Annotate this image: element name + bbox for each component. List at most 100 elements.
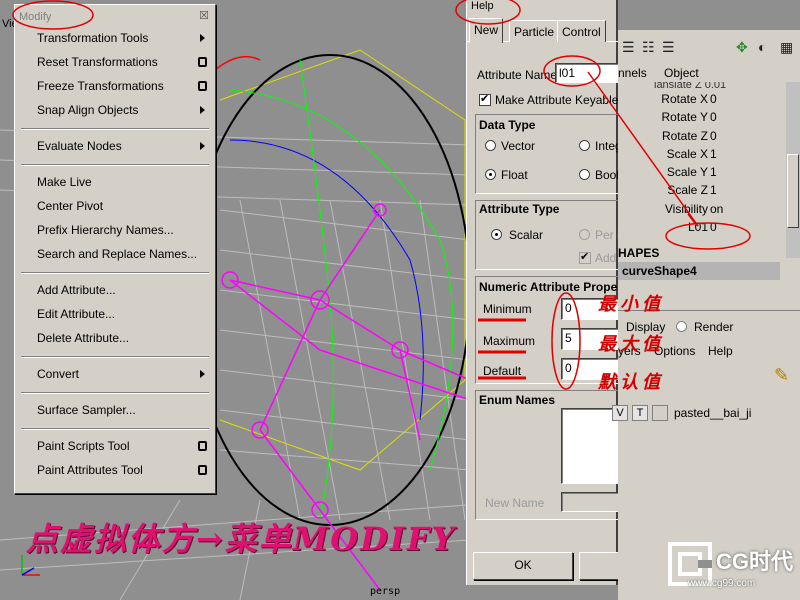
layer-type-toggle[interactable]: T — [632, 405, 648, 421]
shape-node-row[interactable]: curveShape4 — [618, 262, 780, 280]
object-menu[interactable]: Object — [664, 66, 699, 80]
new-name-field[interactable] — [561, 492, 619, 512]
camera-label: persp — [370, 586, 401, 597]
modify-menu-title[interactable]: Modify ☒ — [15, 5, 215, 27]
add-attribute-dialog: Help New Particle Control Attribute Name… — [466, 0, 622, 585]
enum-names-list[interactable] — [561, 408, 619, 484]
tab-particle[interactable]: Particle — [509, 20, 560, 42]
menu-item-surface-sampler[interactable]: Surface Sampler... — [15, 399, 215, 423]
radio-vector[interactable] — [485, 140, 496, 151]
layer-row[interactable]: V T pasted__bai_ji — [612, 403, 800, 425]
channel-list-icon[interactable]: ☰ — [662, 39, 675, 56]
channel-value[interactable]: 0 — [710, 220, 717, 234]
channel-row[interactable]: Rotate X0 — [618, 90, 788, 108]
menu-item-add-attribute[interactable]: Add Attribute... — [15, 279, 215, 303]
keyable-label: Make Attribute Keyable — [495, 93, 619, 107]
menu-item-convert[interactable]: Convert — [15, 363, 215, 387]
channel-box-toolbar: ☰ ☷ ☰ ✥ ◐ ▦ — [618, 30, 800, 62]
shapes-title: HAPES — [618, 246, 660, 260]
menu-separator — [15, 423, 215, 435]
channel-value[interactable]: 0 — [710, 110, 717, 124]
close-icon[interactable]: ☒ — [199, 9, 209, 22]
menu-separator — [15, 123, 215, 135]
option-box-icon[interactable] — [198, 81, 207, 91]
tab-control[interactable]: Control — [557, 20, 606, 42]
channel-value[interactable]: 1 — [710, 165, 717, 179]
menu-item-label: Add Attribute... — [37, 283, 116, 297]
radio-float[interactable] — [485, 169, 496, 180]
add-button[interactable] — [579, 552, 619, 580]
menu-item-snap-align-objects[interactable]: Snap Align Objects — [15, 99, 215, 123]
menu-item-paint-attributes-tool[interactable]: Paint Attributes Tool — [15, 459, 215, 483]
option-box-icon[interactable] — [198, 465, 207, 475]
channel-box-scrollbar[interactable] — [786, 82, 800, 258]
tab-new[interactable]: New — [469, 18, 504, 43]
add-initial-state-checkbox[interactable] — [579, 250, 591, 264]
menu-item-evaluate-nodes[interactable]: Evaluate Nodes — [15, 135, 215, 159]
keyable-checkbox[interactable] — [479, 92, 491, 106]
menu-item-delete-attribute[interactable]: Delete Attribute... — [15, 327, 215, 351]
channel-name: Scale Y — [666, 165, 708, 180]
channel-value[interactable]: on — [710, 202, 723, 216]
menu-item-freeze-transformations[interactable]: Freeze Transformations — [15, 75, 215, 99]
attribute-type-title: Attribute Type — [479, 202, 560, 216]
scroll-thumb[interactable] — [787, 154, 799, 228]
channel-value[interactable]: 0 — [710, 129, 717, 143]
attribute-list-icon[interactable]: ☷ — [642, 39, 655, 56]
menu-item-search-and-replace-names[interactable]: Search and Replace Names... — [15, 243, 215, 267]
channel-row[interactable]: Rotate Z0 — [618, 127, 788, 145]
menu-item-prefix-hierarchy-names[interactable]: Prefix Hierarchy Names... — [15, 219, 215, 243]
option-box-icon[interactable] — [198, 57, 207, 67]
channels-menu[interactable]: nnels — [618, 66, 647, 80]
attribute-name-field[interactable]: l01 — [555, 63, 619, 83]
list-icon[interactable]: ☰ — [622, 39, 635, 56]
shaded-sphere-icon[interactable]: ◐ — [758, 39, 766, 55]
modify-menu-items: Transformation Tools Reset Transformation… — [15, 27, 215, 483]
data-type-title: Data Type — [479, 118, 536, 132]
menu-item-label: Delete Attribute... — [37, 331, 130, 345]
channel-row[interactable]: Scale Z1 — [618, 181, 788, 199]
radio-integer[interactable] — [579, 140, 590, 151]
radio-float-label: Float — [501, 168, 528, 182]
submenu-arrow-icon — [200, 370, 205, 378]
display-layer-radio[interactable] — [676, 321, 687, 332]
channel-value[interactable]: 0 — [710, 92, 717, 106]
submenu-arrow-icon — [200, 106, 205, 114]
menu-item-paint-scripts-tool[interactable]: Paint Scripts Tool — [15, 435, 215, 459]
channel-value[interactable]: 1 — [710, 183, 717, 197]
menu-item-edit-attribute[interactable]: Edit Attribute... — [15, 303, 215, 327]
menu-item-label: Surface Sampler... — [37, 403, 136, 417]
menu-item-label: Paint Attributes Tool — [37, 463, 143, 477]
menu-item-label: Snap Align Objects — [37, 103, 139, 117]
move-tool-icon[interactable]: ✥ — [736, 39, 748, 56]
option-box-icon[interactable] — [198, 441, 207, 451]
channel-row[interactable]: Scale X1 — [618, 145, 788, 163]
channel-value[interactable]: 1 — [710, 147, 717, 161]
modify-menu-title-label: Modify — [19, 11, 52, 23]
layer-name: pasted__bai_ji — [674, 406, 752, 420]
menu-item-transformation-tools[interactable]: Transformation Tools — [15, 27, 215, 51]
layer-color-swatch[interactable] — [652, 405, 668, 421]
help-menu[interactable]: Help — [708, 344, 733, 358]
menu-item-center-pivot[interactable]: Center Pivot — [15, 195, 215, 219]
menu-item-label: Prefix Hierarchy Names... — [37, 223, 174, 237]
radio-boolean[interactable] — [579, 169, 590, 180]
menu-item-reset-transformations[interactable]: Reset Transformations — [15, 51, 215, 75]
channel-row[interactable]: Rotate Y0 — [618, 108, 788, 126]
dialog-menu-help[interactable]: Help — [467, 0, 616, 16]
grid-icon[interactable]: ▦ — [780, 39, 793, 56]
ok-button[interactable]: OK — [473, 552, 573, 580]
new-layer-icon[interactable]: ✎ — [774, 365, 789, 386]
layer-visibility-toggle[interactable]: V — [612, 405, 628, 421]
radio-scalar[interactable] — [491, 229, 502, 240]
channel-row[interactable]: Scale Y1 — [618, 163, 788, 181]
add-initial-state-label: Add — [595, 251, 617, 265]
tutorial-caption: 点虚拟体方→菜单MODIFY — [26, 520, 457, 558]
menu-item-label: Edit Attribute... — [37, 307, 116, 321]
channel-row[interactable]: L01 0 — [618, 218, 788, 236]
menu-item-label: Convert — [37, 367, 80, 381]
radio-per-instance[interactable] — [579, 229, 590, 240]
channel-row[interactable]: Visibility on — [618, 200, 788, 218]
channel-name: Rotate Z — [661, 128, 708, 143]
menu-item-make-live[interactable]: Make Live — [15, 171, 215, 195]
